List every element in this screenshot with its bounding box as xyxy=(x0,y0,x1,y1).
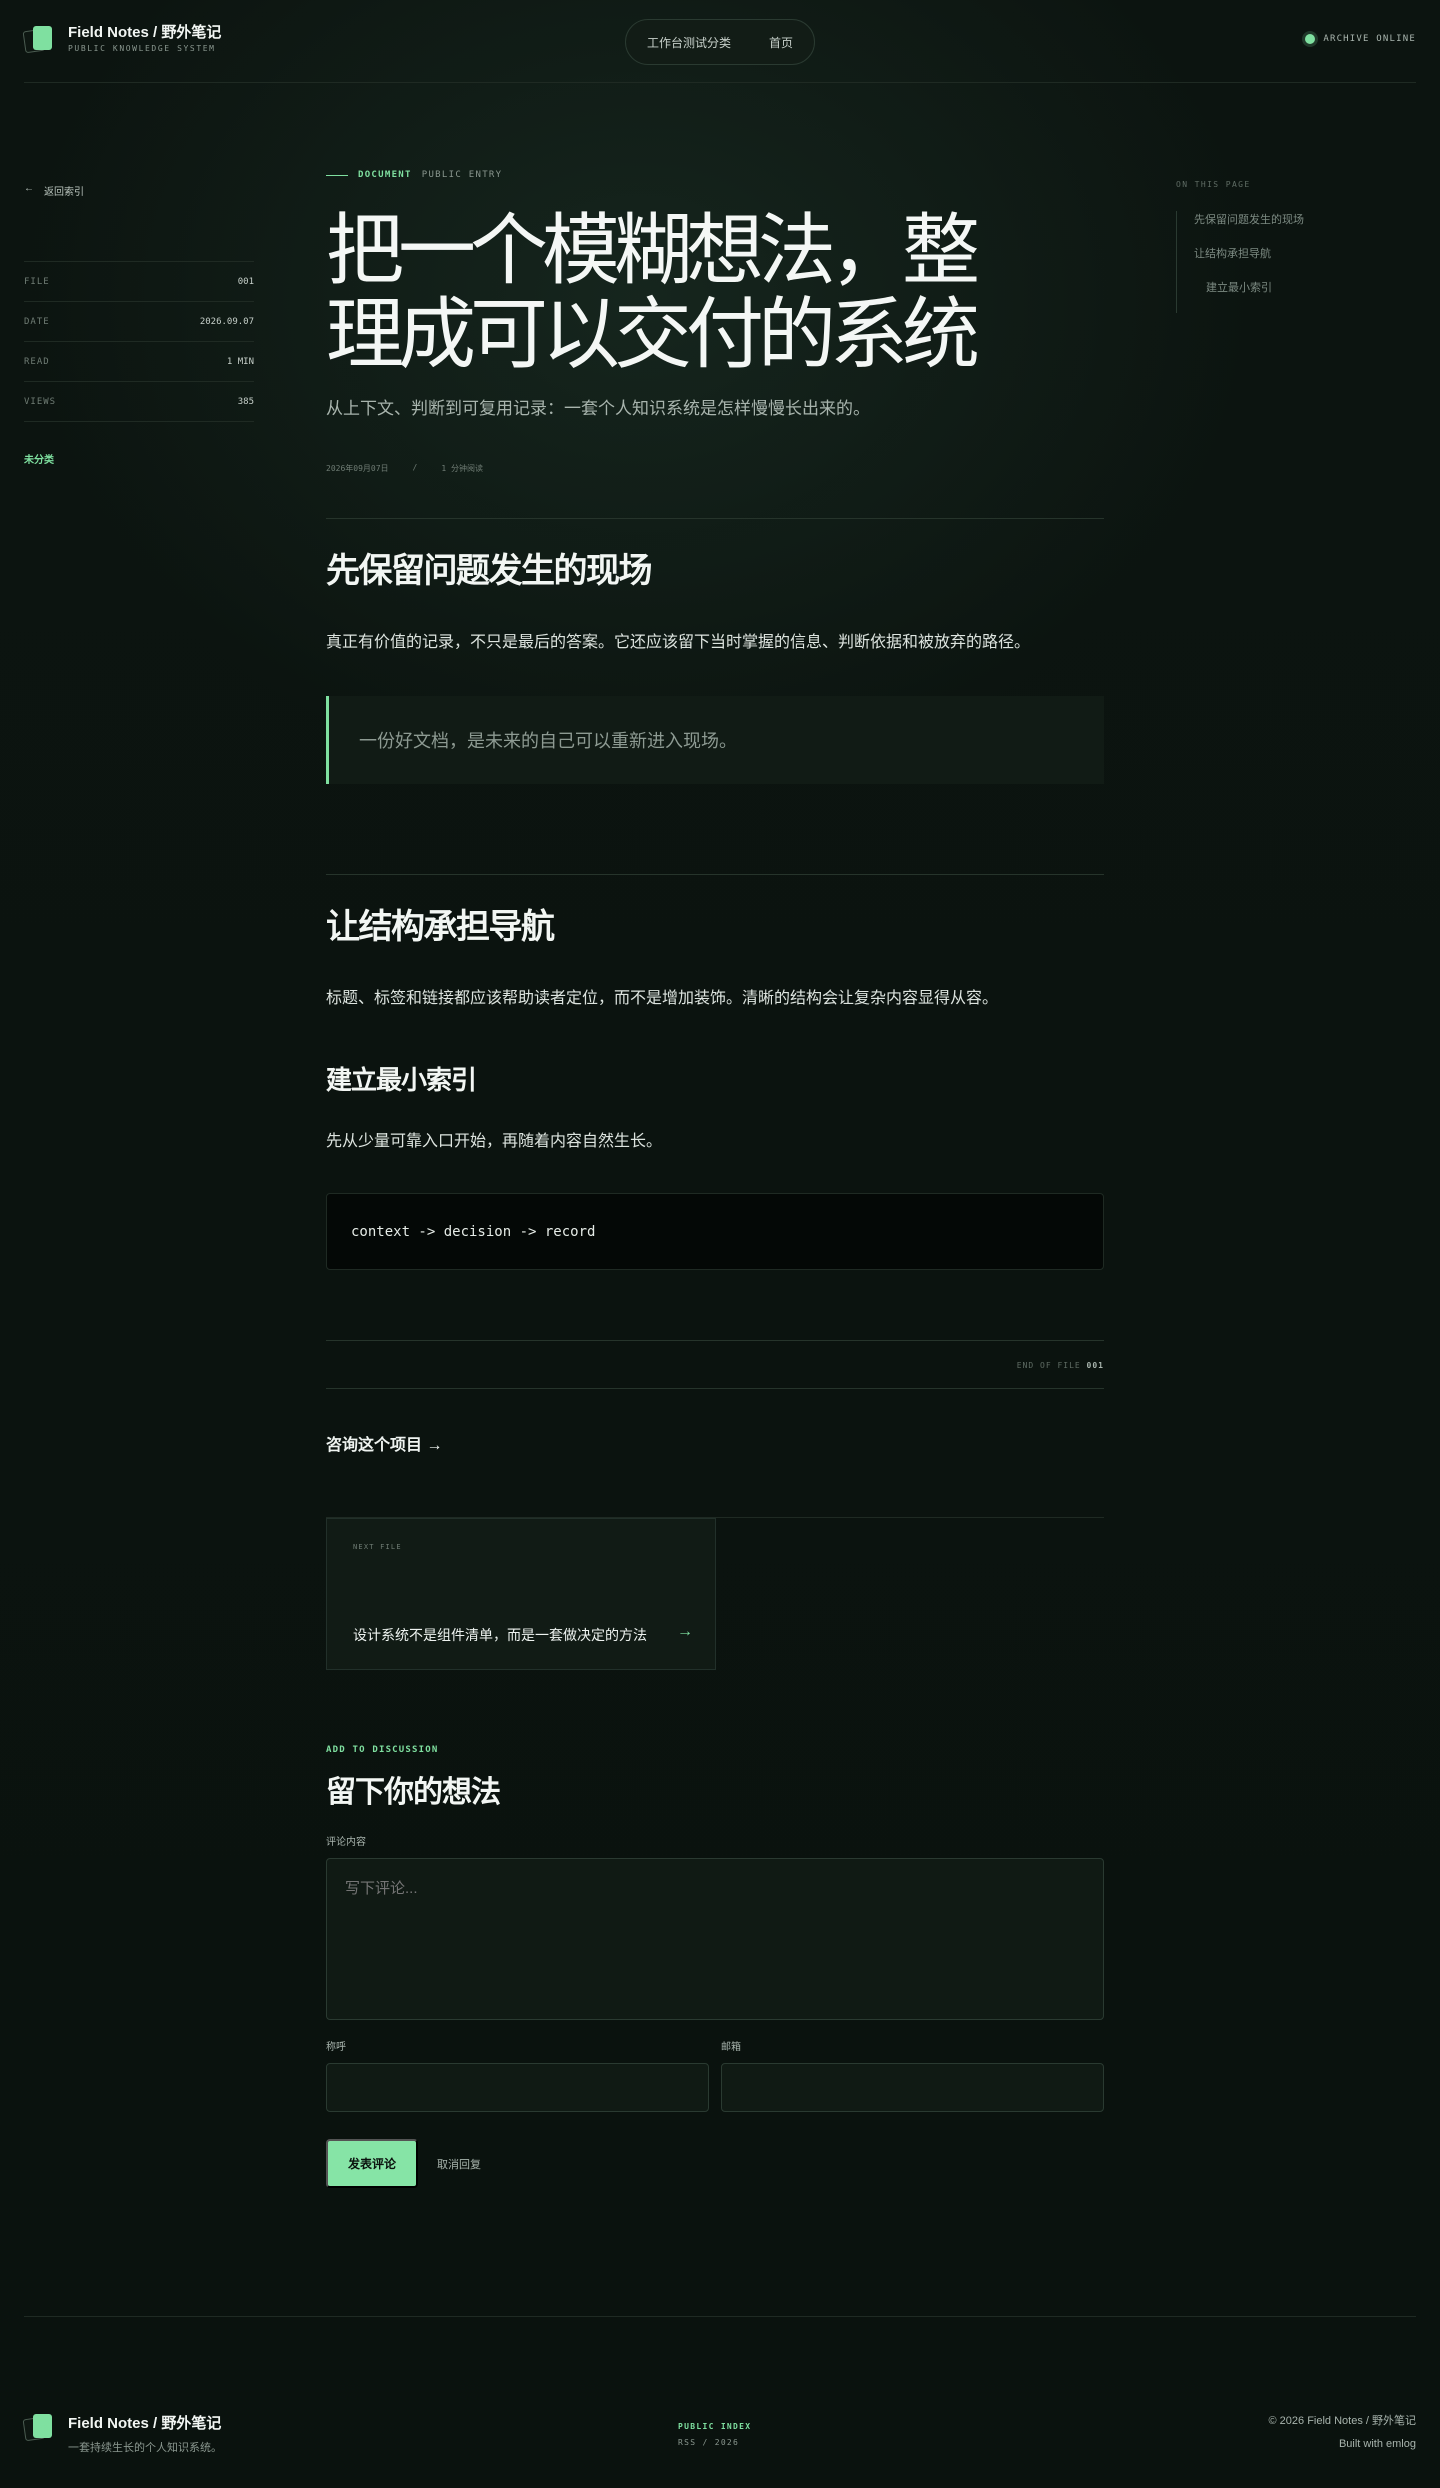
meta-value: 1 MIN xyxy=(226,356,254,367)
next-file-label: NEXT FILE xyxy=(353,1543,402,1551)
divider xyxy=(326,1340,1104,1341)
read-time: 1 分钟阅读 xyxy=(441,464,483,473)
toc-item[interactable]: 让结构承担导航 xyxy=(1194,245,1376,279)
nav-item-home[interactable]: 首页 xyxy=(769,34,793,51)
divider xyxy=(326,518,1104,519)
section-heading: 先保留问题发生的现场 xyxy=(326,552,653,590)
meta-key: READ xyxy=(24,356,50,367)
end-of-file: END OF FILE 001 xyxy=(326,1361,1104,1370)
subsection-heading: 建立最小索引 xyxy=(326,1065,477,1095)
code-block: context -> decision -> record xyxy=(326,1193,1104,1270)
dateline-separator: / xyxy=(412,463,418,472)
content-label: 评论内容 xyxy=(326,1837,366,1848)
table-of-contents: ON THIS PAGE 先保留问题发生的现场 让结构承担导航 建立最小索引 xyxy=(1176,180,1376,313)
article: DOCUMENT PUBLIC ENTRY 把一个模糊想法，整理成可以交付的系统… xyxy=(326,170,1104,1455)
article-dateline: 2026年09月07日 / 1 分钟阅读 xyxy=(326,463,1104,474)
site-header: Field Notes / 野外笔记 PUBLIC KNOWLEDGE SYST… xyxy=(22,0,1416,83)
footer-brand[interactable]: Field Notes / 野外笔记 一套持续生长的个人知识系统。 xyxy=(22,2412,222,2455)
back-to-index-link[interactable]: ← 返回索引 xyxy=(24,183,84,198)
page: Field Notes / 野外笔记 PUBLIC KNOWLEDGE SYST… xyxy=(0,0,1440,2488)
paragraph: 先从少量可靠入口开始，再随着内容自然生长。 xyxy=(326,1131,663,1150)
comment-title: 留下你的想法 xyxy=(326,1776,501,1809)
category-link[interactable]: 未分类 xyxy=(24,451,54,466)
next-file-card[interactable]: NEXT FILE 设计系统不是组件清单，而是一套做决定的方法 → xyxy=(326,1518,716,1670)
eof-label: END OF FILE xyxy=(1016,1361,1081,1370)
status-dot-icon xyxy=(1305,34,1316,44)
footer-index: PUBLIC INDEX RSS / 2026 xyxy=(678,2422,751,2447)
blockquote: 一份好文档，是未来的自己可以重新进入现场。 xyxy=(326,696,1104,784)
consult-project-link[interactable]: 咨询这个项目 → xyxy=(326,1431,1104,1455)
article-kicker: DOCUMENT PUBLIC ENTRY xyxy=(326,170,1104,180)
brand-title: Field Notes / 野外笔记 xyxy=(68,24,222,41)
meta-key: FILE xyxy=(24,276,50,287)
meta-key: VIEWS xyxy=(24,396,57,407)
next-file-section: NEXT FILE 设计系统不是组件清单，而是一套做决定的方法 → xyxy=(326,1517,1104,1670)
email-input[interactable] xyxy=(721,2063,1104,2112)
meta-value: 385 xyxy=(237,396,254,407)
logo-icon xyxy=(22,24,54,54)
footer-rss[interactable]: RSS / 2026 xyxy=(678,2438,751,2447)
logo-icon xyxy=(22,2412,54,2442)
back-label: 返回索引 xyxy=(44,187,84,198)
article-lead: 从上下文、判断到可复用记录：一套个人知识系统是怎样慢慢长出来的。 xyxy=(326,399,870,418)
footer-brand-title: Field Notes / 野外笔记 xyxy=(68,2415,222,2432)
main-nav: 工作台测试分类 首页 xyxy=(625,19,815,65)
footer-divider xyxy=(24,2316,1416,2317)
page-title: 把一个模糊想法，整理成可以交付的系统 xyxy=(326,206,980,378)
article-date: 2026年09月07日 xyxy=(326,464,389,473)
toc-item[interactable]: 先保留问题发生的现场 xyxy=(1194,211,1376,245)
status-text: ARCHIVE ONLINE xyxy=(1323,34,1416,44)
meta-value: 001 xyxy=(237,276,254,287)
arrow-left-icon: ← xyxy=(24,183,34,194)
meta-row-read: READ 1 MIN xyxy=(24,342,254,382)
comment-kicker: ADD TO DISCUSSION xyxy=(326,1745,439,1755)
name-label: 称呼 xyxy=(326,2042,346,2053)
eof-number: 001 xyxy=(1086,1361,1104,1370)
brand-subtitle: PUBLIC KNOWLEDGE SYSTEM xyxy=(68,44,216,53)
paragraph: 真正有价值的记录，不只是最后的答案。它还应该留下当时掌握的信息、判断依据和被放弃… xyxy=(326,632,1031,651)
footer-copyright: © 2026 Field Notes / 野外笔记 xyxy=(1268,2415,1417,2427)
divider xyxy=(326,874,1104,875)
footer-built-with[interactable]: Built with emlog xyxy=(1269,2438,1416,2450)
kicker-secondary: PUBLIC ENTRY xyxy=(421,170,503,180)
divider xyxy=(326,1388,1104,1389)
brand-link[interactable]: Field Notes / 野外笔记 PUBLIC KNOWLEDGE SYST… xyxy=(22,24,222,54)
meta-key: DATE xyxy=(24,316,50,327)
kicker-primary: DOCUMENT xyxy=(358,170,412,180)
paragraph: 标题、标签和链接都应该帮助读者定位，而不是增加装饰。清晰的结构会让复杂内容显得从… xyxy=(326,988,999,1007)
meta-value: 2026.09.07 xyxy=(199,316,254,327)
meta-row-views: VIEWS 385 xyxy=(24,382,254,422)
section-heading: 让结构承担导航 xyxy=(326,908,555,946)
footer-brand-subtitle: 一套持续生长的个人知识系统。 xyxy=(68,2442,222,2454)
nav-item-category[interactable]: 工作台测试分类 xyxy=(647,34,731,51)
footer-index-title[interactable]: PUBLIC INDEX xyxy=(678,2422,751,2431)
file-meta-table: FILE 001 DATE 2026.09.07 READ 1 MIN VIEW… xyxy=(24,261,254,422)
arrow-right-icon: → xyxy=(677,1623,693,1640)
footer-meta: © 2026 Field Notes / 野外笔记 Built with eml… xyxy=(1269,2412,1417,2450)
comment-textarea[interactable] xyxy=(326,1858,1104,2020)
submit-comment-button[interactable]: 发表评论 xyxy=(326,2139,418,2188)
toc-label: ON THIS PAGE xyxy=(1176,180,1251,189)
meta-row-file: FILE 001 xyxy=(24,262,254,302)
cancel-reply-link[interactable]: 取消回复 xyxy=(437,2156,481,2172)
email-label: 邮箱 xyxy=(721,2042,741,2053)
toc-item[interactable]: 建立最小索引 xyxy=(1194,279,1376,313)
name-input[interactable] xyxy=(326,2063,709,2112)
archive-status: ARCHIVE ONLINE xyxy=(1305,34,1416,44)
meta-row-date: DATE 2026.09.07 xyxy=(24,302,254,342)
comment-form: ADD TO DISCUSSION 留下你的想法 评论内容 称呼 邮箱 发表评论… xyxy=(326,1745,1104,2188)
next-file-title: 设计系统不是组件清单，而是一套做决定的方法 xyxy=(353,1627,647,1643)
